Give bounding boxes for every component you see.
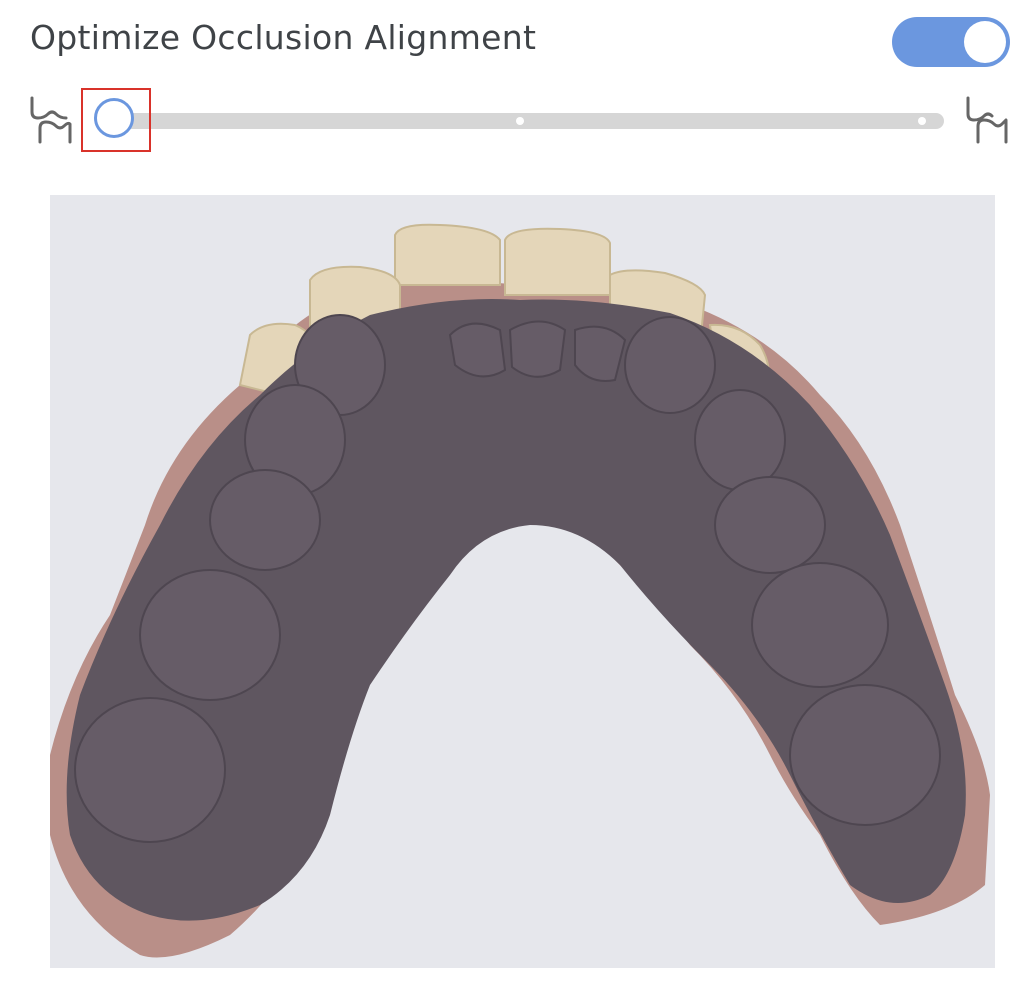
toggle-knob (964, 21, 1006, 63)
dental-scan-image (50, 223, 990, 958)
lower-jaw-icon[interactable] (962, 92, 1012, 144)
scan-viewport[interactable] (50, 195, 995, 968)
occlusion-panel: Optimize Occlusion Alignment (0, 0, 1028, 988)
slider-tick-end (918, 117, 926, 125)
panel-title: Optimize Occlusion Alignment (30, 18, 537, 57)
selection-highlight (81, 88, 151, 152)
optimize-toggle[interactable] (892, 17, 1010, 67)
slider-tick-mid (516, 117, 524, 125)
alignment-slider-track[interactable] (96, 113, 944, 129)
upper-jaw-icon[interactable] (26, 92, 76, 144)
